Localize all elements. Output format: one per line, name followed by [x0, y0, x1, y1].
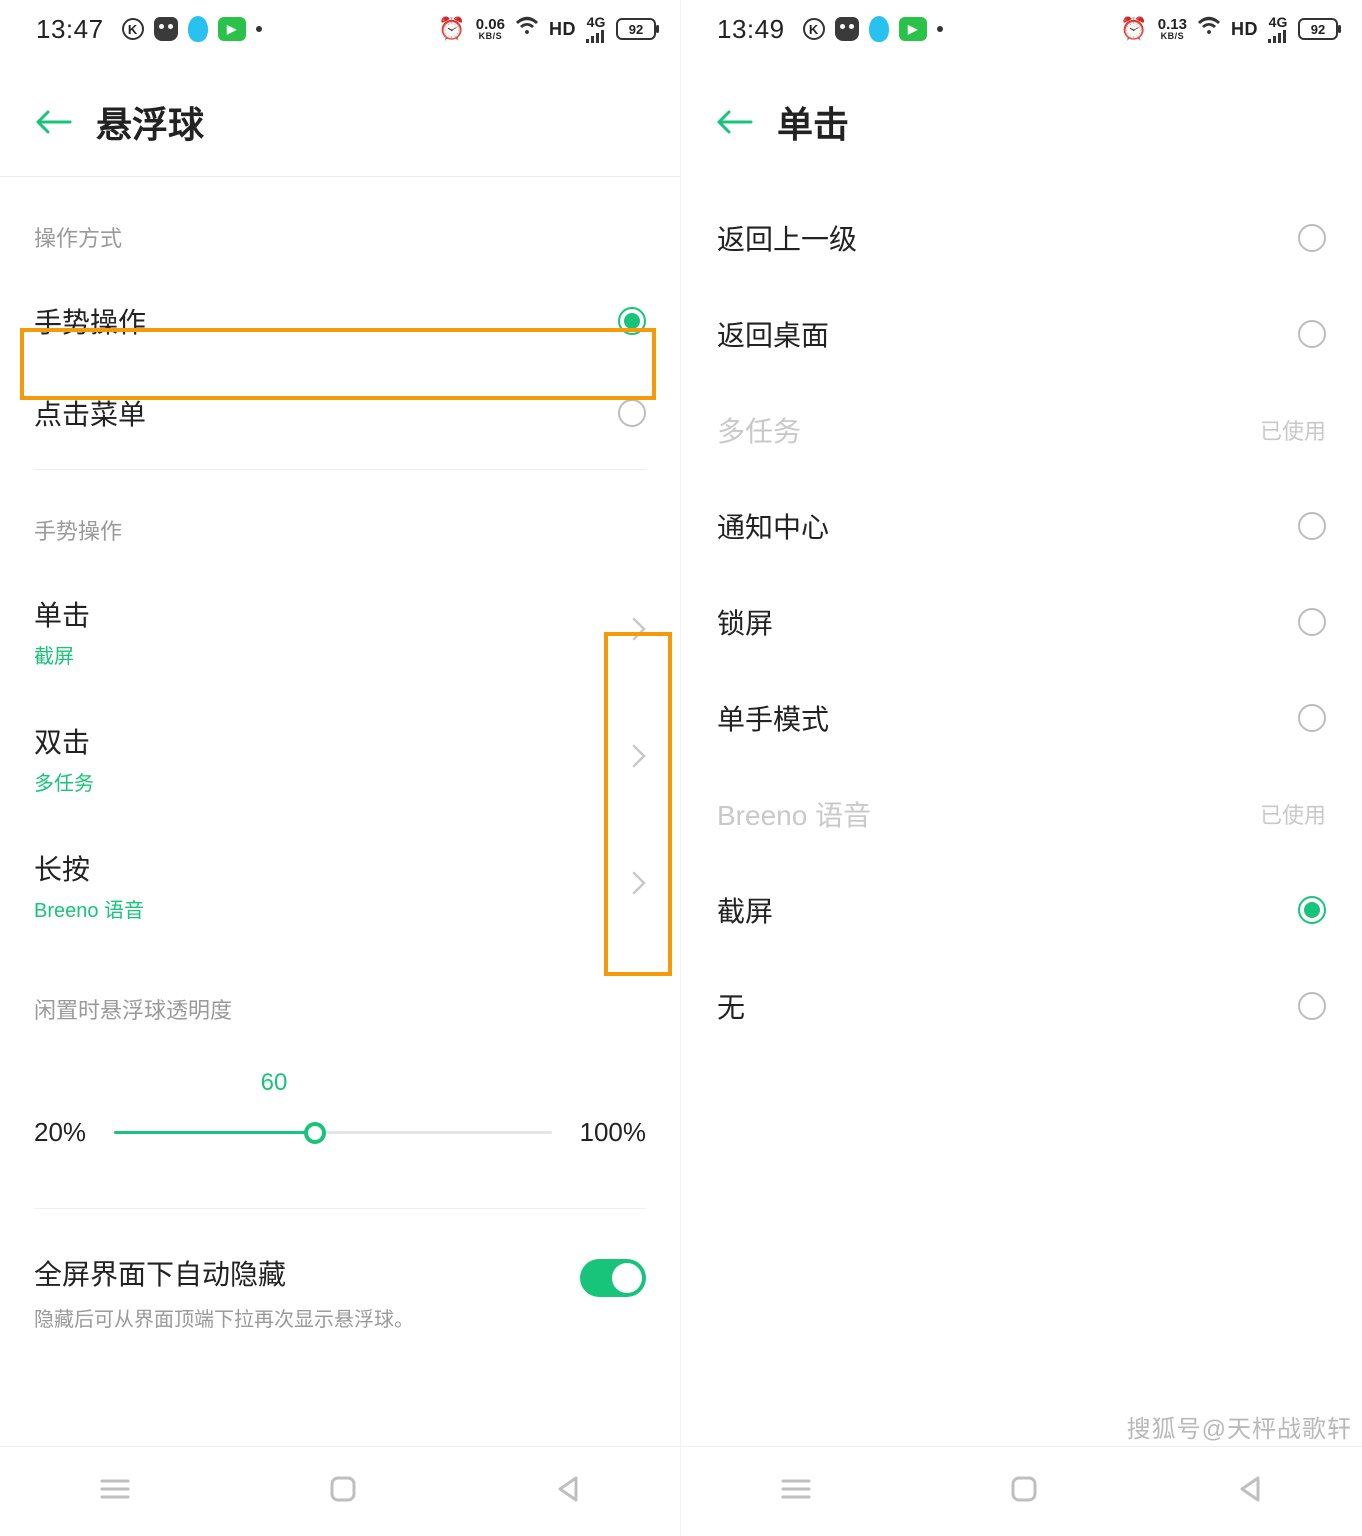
nav-home-icon[interactable] — [330, 1476, 356, 1507]
radio-checked-icon — [1298, 896, 1326, 924]
option-breeno: Breeno 语音 已使用 — [681, 766, 1362, 862]
alarm-icon: ⏰ — [1120, 16, 1147, 42]
status-time: 13:47 — [36, 14, 104, 45]
option-click-menu[interactable]: 点击菜单 — [0, 367, 680, 459]
chevron-right-icon — [632, 617, 646, 647]
alarm-icon: ⏰ — [438, 16, 465, 42]
auto-hide-title: 全屏界面下自动隐藏 — [34, 1253, 414, 1293]
opacity-slider[interactable] — [114, 1131, 551, 1134]
net-speed: 0.06 KB/S — [476, 17, 505, 41]
section-operation-mode: 操作方式 — [0, 177, 680, 275]
radio-unchecked-icon — [1298, 512, 1326, 540]
chevron-right-icon — [632, 744, 646, 774]
option-back-level[interactable]: 返回上一级 — [681, 190, 1362, 286]
row-single-tap-sub: 截屏 — [34, 640, 90, 669]
section-gesture: 手势操作 — [0, 470, 680, 568]
page-title: 悬浮球 — [96, 96, 204, 148]
row-double-tap-title: 双击 — [34, 721, 94, 761]
page-header: 悬浮球 — [0, 56, 680, 176]
page-title: 单击 — [777, 96, 849, 148]
option-home[interactable]: 返回桌面 — [681, 286, 1362, 382]
slider-max: 100% — [580, 1117, 647, 1148]
option-one-hand[interactable]: 单手模式 — [681, 670, 1362, 766]
row-long-press-sub: Breeno 语音 — [34, 894, 144, 923]
radio-checked-icon — [618, 307, 646, 335]
slider-thumb[interactable] — [304, 1122, 326, 1144]
iqiyi-icon: ▶ — [899, 17, 927, 41]
wechat-icon — [835, 17, 859, 41]
auto-hide-desc: 隐藏后可从界面顶端下拉再次显示悬浮球。 — [34, 1303, 414, 1332]
option-multitask: 多任务 已使用 — [681, 382, 1362, 478]
nav-recents-icon[interactable] — [781, 1477, 811, 1506]
option-none[interactable]: 无 — [681, 958, 1362, 1054]
wifi-icon — [515, 16, 539, 42]
wifi-icon — [1197, 16, 1221, 42]
option-lock-screen[interactable]: 锁屏 — [681, 574, 1362, 670]
option-gesture[interactable]: 手势操作 — [0, 275, 680, 367]
hd-icon: HD — [549, 19, 576, 40]
row-single-tap-title: 单击 — [34, 594, 90, 634]
status-time: 13:49 — [717, 14, 785, 45]
option-click-menu-label: 点击菜单 — [34, 393, 146, 433]
radio-unchecked-icon — [1298, 992, 1326, 1020]
status-used: 已使用 — [1260, 798, 1326, 830]
dot-icon — [937, 26, 943, 32]
section-opacity: 闲置时悬浮球透明度 — [0, 949, 680, 1047]
status-k-icon: K — [803, 18, 825, 40]
option-notification-center[interactable]: 通知中心 — [681, 478, 1362, 574]
status-bar: 13:47 K ▶ ⏰ 0.06 KB/S HD 4G 92 — [0, 0, 680, 56]
row-single-tap[interactable]: 单击 截屏 — [0, 568, 680, 695]
row-double-tap-sub: 多任务 — [34, 767, 94, 796]
slider-min: 20% — [34, 1117, 86, 1148]
option-gesture-label: 手势操作 — [34, 301, 146, 341]
row-double-tap[interactable]: 双击 多任务 — [0, 695, 680, 822]
battery-icon: 92 — [1298, 18, 1338, 40]
qq-icon — [188, 16, 208, 42]
radio-unchecked-icon — [1298, 320, 1326, 348]
network-4g: 4G — [586, 15, 606, 43]
back-button[interactable] — [715, 107, 753, 137]
hd-icon: HD — [1231, 19, 1258, 40]
network-4g: 4G — [1268, 15, 1288, 43]
iqiyi-icon: ▶ — [218, 17, 246, 41]
dot-icon — [256, 26, 262, 32]
radio-unchecked-icon — [618, 399, 646, 427]
radio-unchecked-icon — [1298, 224, 1326, 252]
slider-value: 60 — [244, 1069, 304, 1097]
row-auto-hide[interactable]: 全屏界面下自动隐藏 隐藏后可从界面顶端下拉再次显示悬浮球。 — [0, 1209, 680, 1352]
wechat-icon — [154, 17, 178, 41]
net-speed: 0.13 KB/S — [1158, 17, 1187, 41]
nav-recents-icon[interactable] — [100, 1477, 130, 1506]
radio-unchecked-icon — [1298, 704, 1326, 732]
row-long-press-title: 长按 — [34, 848, 144, 888]
status-k-icon: K — [122, 18, 144, 40]
chevron-right-icon — [632, 871, 646, 901]
row-long-press[interactable]: 长按 Breeno 语音 — [0, 822, 680, 949]
back-button[interactable] — [34, 107, 72, 137]
option-screenshot[interactable]: 截屏 — [681, 862, 1362, 958]
nav-back-icon[interactable] — [1238, 1476, 1262, 1507]
status-used: 已使用 — [1260, 414, 1326, 446]
toggle-switch-on[interactable] — [580, 1259, 646, 1297]
status-bar: 13:49 K ▶ ⏰ 0.13 KB/S HD 4G 92 — [681, 0, 1362, 56]
page-header: 单击 — [681, 56, 1362, 176]
qq-icon — [869, 16, 889, 42]
radio-unchecked-icon — [1298, 608, 1326, 636]
nav-back-icon[interactable] — [556, 1476, 580, 1507]
battery-icon: 92 — [616, 18, 656, 40]
nav-bar — [0, 1446, 680, 1536]
watermark: 搜狐号@天枰战歌轩 — [1127, 1409, 1352, 1444]
nav-home-icon[interactable] — [1011, 1476, 1037, 1507]
nav-bar — [681, 1446, 1362, 1536]
